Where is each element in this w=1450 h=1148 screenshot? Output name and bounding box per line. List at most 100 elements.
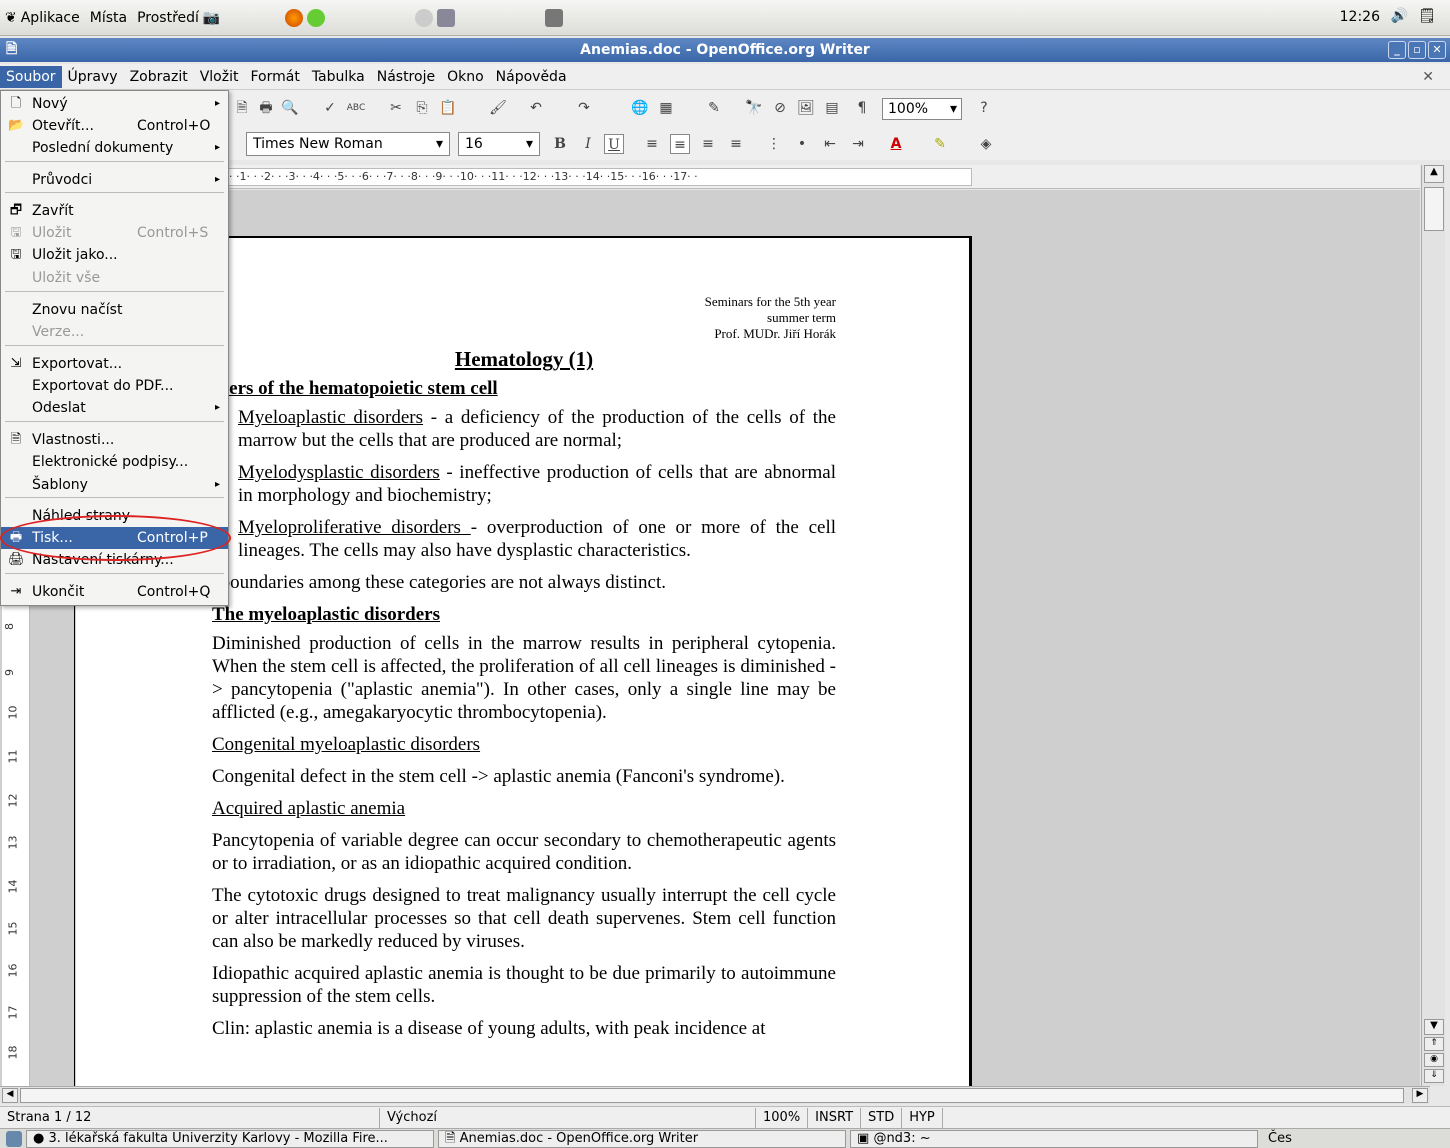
navigation-icon[interactable]: ◉ (1424, 1053, 1444, 1067)
file-menu-item-7[interactable]: 🖫 Uložit jako... (1, 244, 228, 266)
underline-icon[interactable]: U (604, 134, 624, 154)
print-direct-icon[interactable]: 🖶 (256, 98, 276, 118)
page-style[interactable]: Výchozí (380, 1107, 756, 1128)
align-left-icon[interactable]: ≡ (642, 134, 662, 154)
undo-icon[interactable]: ↶ (526, 98, 546, 118)
zoom-indicator[interactable]: 100% (756, 1107, 809, 1128)
insert-mode[interactable]: INSRT (808, 1107, 862, 1128)
file-menu-item-2[interactable]: 📂 Otevřít... Control+O (1, 115, 228, 137)
vertical-scrollbar[interactable]: ▲ ▼ ⇑ ◉ ⇓ (1421, 165, 1445, 1086)
scroll-right-icon[interactable]: ▶ (1412, 1088, 1428, 1103)
menu-format[interactable]: Formát (244, 66, 305, 88)
previous-page-icon[interactable]: ⇑ (1424, 1037, 1444, 1051)
menu-soubor[interactable]: Soubor (0, 65, 62, 88)
highlight-icon[interactable]: ✎ (930, 134, 950, 154)
file-menu-item-15[interactable]: Elektronické podpisy... (1, 451, 228, 473)
align-center-icon[interactable]: ≡ (670, 134, 690, 154)
paste-icon[interactable]: 📋 (438, 98, 458, 118)
menu-napoveda[interactable]: Nápověda (490, 66, 573, 88)
file-menu-item-13[interactable]: Odeslat ▸ (1, 397, 228, 419)
scroll-thumb[interactable] (1424, 187, 1444, 231)
page-indicator[interactable]: Strana 1 / 12 (0, 1107, 380, 1128)
file-menu-item-3[interactable]: Poslední dokumenty ▸ (1, 137, 228, 159)
menu-tabulka[interactable]: Tabulka (306, 66, 371, 88)
file-menu-item-1[interactable]: 🗋 Nový ▸ (1, 93, 228, 115)
mail-launcher-icon[interactable] (415, 8, 434, 27)
hscroll-thumb[interactable] (20, 1088, 1404, 1103)
formatting-marks-icon[interactable]: ¶ (852, 98, 872, 118)
justify-icon[interactable]: ≡ (726, 134, 746, 154)
table-icon[interactable]: ▦ (656, 98, 676, 118)
close-document-icon[interactable]: ✕ (1422, 69, 1434, 85)
hyperlink-icon[interactable]: 🌐 (630, 98, 650, 118)
format-paintbrush-icon[interactable]: 🖌 (488, 98, 508, 118)
page-preview-icon[interactable]: 🔍 (280, 98, 300, 118)
cut-icon[interactable]: ✂ (386, 98, 406, 118)
volume-icon[interactable]: 🔊 (1391, 8, 1408, 24)
task-terminal[interactable]: ▣ @nd3: ~ (850, 1129, 1258, 1148)
font-color-icon[interactable]: A (886, 134, 906, 154)
horizontal-scrollbar[interactable]: ◀ ▶ (0, 1086, 1430, 1104)
menu-upravy[interactable]: Úpravy (62, 66, 124, 88)
spellcheck-icon[interactable]: ✓ (320, 98, 340, 118)
font-size-select[interactable]: 16 ▾ (458, 132, 540, 156)
help-icon[interactable]: ? (974, 98, 994, 118)
keyboard-layout[interactable]: Čes (1268, 1131, 1292, 1146)
notification-icon[interactable]: 🗒 (1418, 8, 1436, 24)
font-name-select[interactable]: Times New Roman ▾ (246, 132, 450, 156)
file-menu-item-4[interactable]: Průvodci ▸ (1, 169, 228, 191)
autospell-icon[interactable]: ABC (346, 98, 366, 118)
scroll-down-icon[interactable]: ▼ (1424, 1019, 1444, 1035)
file-menu-item-10[interactable]: Verze... (1, 321, 228, 343)
align-right-icon[interactable]: ≡ (698, 134, 718, 154)
maximize-icon[interactable]: ▫ (1408, 41, 1426, 59)
clock[interactable]: 12:26 (1340, 9, 1380, 25)
file-menu-item-12[interactable]: Exportovat do PDF... (1, 375, 228, 397)
navigator-icon[interactable]: ⊘ (770, 98, 790, 118)
file-menu-item-9[interactable]: Znovu načíst (1, 299, 228, 321)
pdf-export-icon[interactable]: 🗎 (232, 98, 252, 118)
system-menu[interactable]: Prostředí 📷 (132, 10, 225, 26)
gallery-icon[interactable]: 🖼 (796, 98, 816, 118)
close-window-icon[interactable]: ✕ (1428, 41, 1446, 59)
menu-okno[interactable]: Okno (441, 66, 490, 88)
menu-nastroje[interactable]: Nástroje (371, 66, 441, 88)
redo-icon[interactable]: ↷ (574, 98, 594, 118)
copy-icon[interactable]: ⎘ (412, 98, 432, 118)
decrease-indent-icon[interactable]: ⇤ (820, 134, 840, 154)
file-menu-item-5[interactable]: 🗗 Zavřít (1, 200, 228, 222)
screenshot-icon[interactable]: 📷 (203, 10, 220, 26)
app-launcher-icon[interactable] (307, 8, 326, 27)
show-desktop-icon[interactable] (6, 1130, 22, 1147)
file-menu-item-8[interactable]: Uložit vše (1, 267, 228, 289)
applications-menu[interactable]: ❦ Aplikace (0, 10, 85, 26)
scroll-up-icon[interactable]: ▲ (1424, 165, 1444, 183)
increase-indent-icon[interactable]: ⇥ (848, 134, 868, 154)
tool-launcher-icon[interactable] (545, 8, 564, 27)
menu-vlozit[interactable]: Vložit (194, 66, 245, 88)
places-menu[interactable]: Místa (85, 10, 132, 26)
find-replace-icon[interactable]: 🔭 (744, 98, 764, 118)
file-menu-item-20[interactable]: ⇥ Ukončit Control+Q (1, 581, 228, 603)
terminal-launcher-icon[interactable] (437, 8, 456, 27)
task-firefox[interactable]: ● 3. lékařská fakulta Univerzity Karlovy… (26, 1129, 434, 1148)
scroll-left-icon[interactable]: ◀ (2, 1088, 18, 1103)
minimize-icon[interactable]: _ (1388, 41, 1406, 59)
file-menu-item-16[interactable]: Šablony ▸ (1, 474, 228, 496)
hyperlink-mode[interactable]: HYP (902, 1107, 943, 1128)
firefox-launcher-icon[interactable] (285, 8, 304, 27)
data-sources-icon[interactable]: ▤ (822, 98, 842, 118)
bullets-icon[interactable]: • (792, 134, 812, 154)
next-page-icon[interactable]: ⇓ (1424, 1069, 1444, 1083)
bold-icon[interactable]: B (550, 134, 570, 154)
menu-zobrazit[interactable]: Zobrazit (124, 66, 194, 88)
task-writer[interactable]: 🗎 Anemias.doc - OpenOffice.org Writer (438, 1129, 846, 1148)
zoom-select[interactable]: 100% ▾ (882, 98, 962, 120)
italic-icon[interactable]: I (578, 134, 598, 154)
selection-mode[interactable]: STD (861, 1107, 903, 1128)
document-body[interactable]: Seminars for the 5th year summer term Pr… (188, 294, 836, 1049)
draw-functions-icon[interactable]: ✎ (704, 98, 724, 118)
background-color-icon[interactable]: ◈ (976, 134, 996, 154)
writer-app-icon[interactable]: 🗎 (6, 38, 17, 62)
file-menu-item-14[interactable]: 🗎 Vlastnosti... (1, 429, 228, 451)
